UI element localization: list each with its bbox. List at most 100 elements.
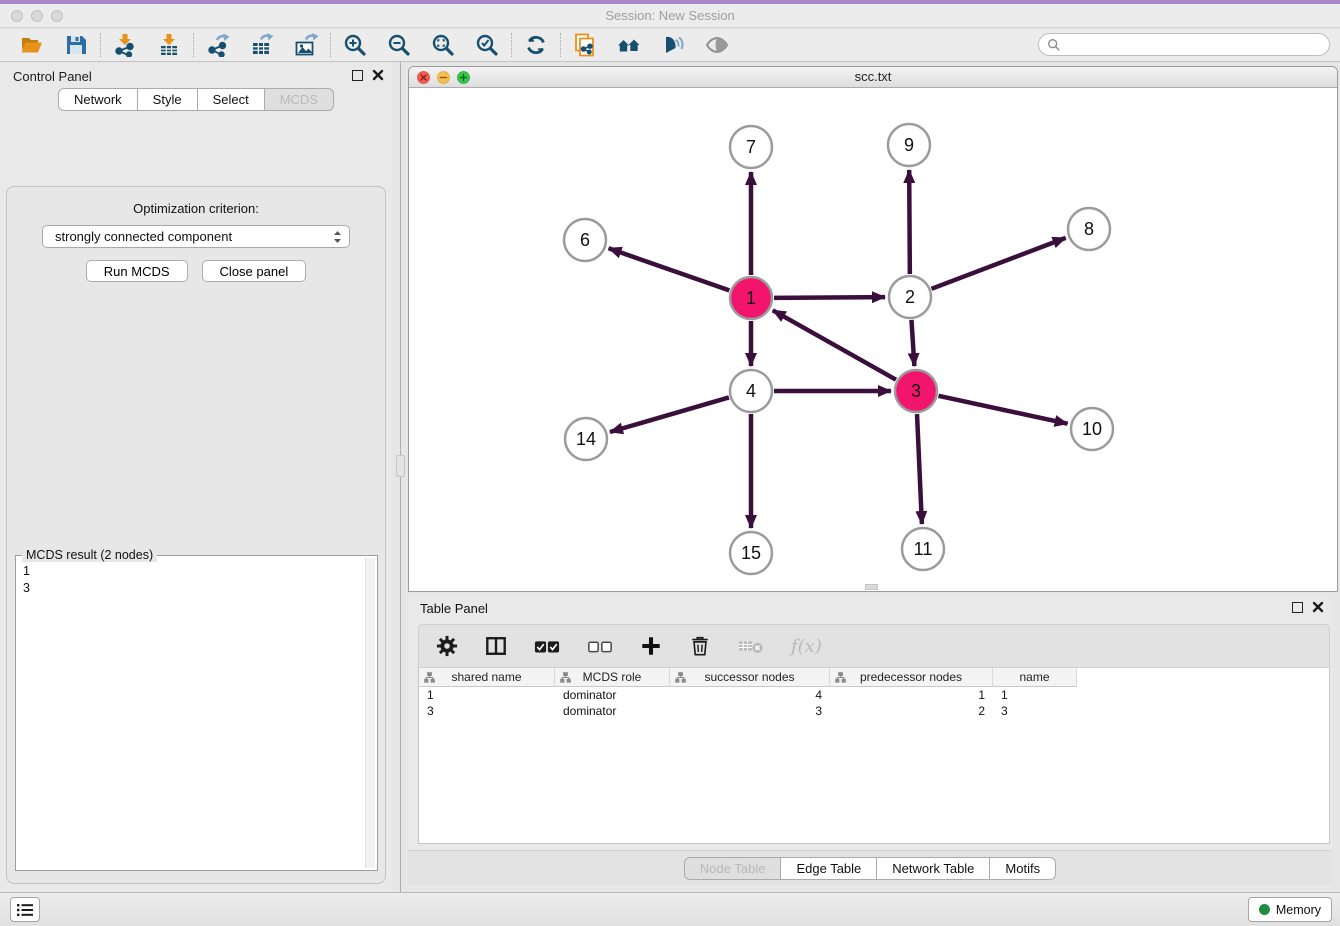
table-cell[interactable]: 1 (993, 688, 1077, 702)
graph-edge-4-14[interactable] (610, 397, 729, 432)
task-history-button[interactable] (10, 897, 40, 922)
graph-edge-1-2[interactable] (774, 297, 885, 298)
graph-node-7[interactable]: 7 (730, 126, 772, 168)
float-panel-icon[interactable] (1292, 602, 1303, 613)
table-cell[interactable]: 4 (670, 688, 830, 702)
result-scrollbar[interactable] (365, 558, 375, 868)
hide-graphics-details-icon[interactable] (661, 33, 685, 57)
close-view-button[interactable] (417, 71, 430, 84)
app-traffic-lights[interactable] (11, 10, 63, 22)
horizontal-splitter-grip[interactable] (865, 584, 878, 590)
graph-edge-3-10[interactable] (938, 396, 1067, 424)
close-panel-icon[interactable] (372, 69, 384, 81)
graph-edge-3-11[interactable] (917, 414, 922, 524)
graph-node-3[interactable]: 3 (895, 370, 937, 412)
optimization-criterion-select[interactable]: strongly connected component (42, 225, 350, 248)
deselect-all-icon[interactable] (587, 637, 613, 655)
minimize-view-button[interactable] (437, 71, 450, 84)
table-cell[interactable]: 3 (419, 704, 555, 718)
graph-node-2[interactable]: 2 (889, 276, 931, 318)
zoom-out-icon[interactable] (387, 33, 411, 57)
graph-node-4[interactable]: 4 (730, 370, 772, 412)
show-columns-icon[interactable] (485, 635, 507, 657)
graph-node-1[interactable]: 1 (730, 277, 772, 319)
first-neighbors-icon[interactable] (617, 33, 641, 57)
mcds-result-group: MCDS result (2 nodes) 1 3 (15, 555, 378, 871)
export-table-icon[interactable] (250, 33, 274, 57)
tab-network[interactable]: Network (58, 88, 138, 111)
table-cell[interactable]: dominator (555, 704, 670, 718)
table-cell[interactable]: 3 (993, 704, 1077, 718)
graph-edge-1-6[interactable] (609, 248, 730, 290)
network-graph[interactable]: 7 9 6 8 1 2 4 3 14 10 15 11 (409, 88, 1337, 591)
memory-button[interactable]: Memory (1248, 897, 1332, 922)
table-cell[interactable]: dominator (555, 688, 670, 702)
gear-icon[interactable] (436, 635, 458, 657)
network-window-titlebar[interactable]: scc.txt (409, 67, 1337, 88)
svg-text:9: 9 (904, 135, 914, 155)
tab-mcds[interactable]: MCDS (265, 88, 334, 111)
table-row[interactable]: 1dominator411 (419, 687, 1329, 703)
vertical-splitter-grip[interactable] (396, 455, 405, 477)
show-graphics-details-icon[interactable] (705, 33, 729, 57)
search-field[interactable] (1038, 33, 1330, 56)
add-icon[interactable] (640, 635, 662, 657)
column-header-name[interactable]: name (993, 668, 1077, 687)
network-canvas[interactable]: 7 9 6 8 1 2 4 3 14 10 15 11 (409, 88, 1337, 591)
import-table-icon[interactable] (157, 33, 181, 57)
open-session-icon[interactable] (20, 33, 44, 57)
graph-edge-2-9[interactable] (909, 170, 910, 274)
tab-network-table[interactable]: Network Table (877, 857, 990, 880)
graph-node-8[interactable]: 8 (1068, 208, 1110, 250)
export-network-icon[interactable] (206, 33, 230, 57)
column-header-predecessor-nodes[interactable]: predecessor nodes (830, 668, 993, 687)
column-header-successor-nodes[interactable]: successor nodes (670, 668, 830, 687)
table-cell[interactable]: 3 (670, 704, 830, 718)
export-image-icon[interactable] (294, 33, 318, 57)
import-network-icon[interactable] (113, 33, 137, 57)
tab-node-table[interactable]: Node Table (684, 857, 782, 880)
run-mcds-button[interactable]: Run MCDS (86, 260, 188, 282)
table-cell[interactable]: 1 (830, 688, 993, 702)
table-cell[interactable]: 2 (830, 704, 993, 718)
refresh-icon[interactable] (524, 33, 548, 57)
column-label: successor nodes (704, 670, 794, 684)
tab-motifs[interactable]: Motifs (990, 857, 1056, 880)
float-panel-icon[interactable] (352, 70, 363, 81)
table-cell[interactable]: 1 (419, 688, 555, 702)
zoom-view-button[interactable] (457, 71, 470, 84)
close-panel-button[interactable]: Close panel (202, 260, 307, 282)
zoom-selected-icon[interactable] (475, 33, 499, 57)
graph-node-9[interactable]: 9 (888, 124, 930, 166)
zoom-in-icon[interactable] (343, 33, 367, 57)
table-row[interactable]: 3dominator323 (419, 703, 1329, 719)
select-all-icon[interactable] (534, 637, 560, 655)
svg-text:7: 7 (746, 137, 756, 157)
tab-select[interactable]: Select (198, 88, 265, 111)
graph-edge-2-8[interactable] (932, 238, 1066, 289)
minimize-window-button[interactable] (31, 10, 43, 22)
column-label: shared name (451, 670, 521, 684)
vertical-splitter[interactable] (400, 62, 401, 892)
graph-edge-3-1[interactable] (773, 310, 896, 379)
save-session-icon[interactable] (64, 33, 88, 57)
trash-icon[interactable] (689, 635, 711, 657)
column-header-MCDS-role[interactable]: MCDS role (555, 668, 670, 687)
function-builder-icon[interactable]: f(x) (791, 636, 822, 657)
graph-node-6[interactable]: 6 (564, 219, 606, 261)
duplicate-network-icon[interactable] (573, 33, 597, 57)
tab-edge-table[interactable]: Edge Table (781, 857, 877, 880)
graph-edge-2-3[interactable] (911, 320, 914, 366)
delete-table-icon[interactable] (738, 637, 764, 655)
search-input[interactable] (1066, 38, 1321, 52)
graph-node-14[interactable]: 14 (565, 418, 607, 460)
tab-style[interactable]: Style (138, 88, 198, 111)
graph-node-10[interactable]: 10 (1071, 408, 1113, 450)
graph-node-15[interactable]: 15 (730, 532, 772, 574)
column-header-shared-name[interactable]: shared name (419, 668, 555, 687)
close-window-button[interactable] (11, 10, 23, 22)
close-panel-icon[interactable] (1312, 601, 1324, 613)
zoom-window-button[interactable] (51, 10, 63, 22)
graph-node-11[interactable]: 11 (902, 528, 944, 570)
zoom-fit-icon[interactable] (431, 33, 455, 57)
